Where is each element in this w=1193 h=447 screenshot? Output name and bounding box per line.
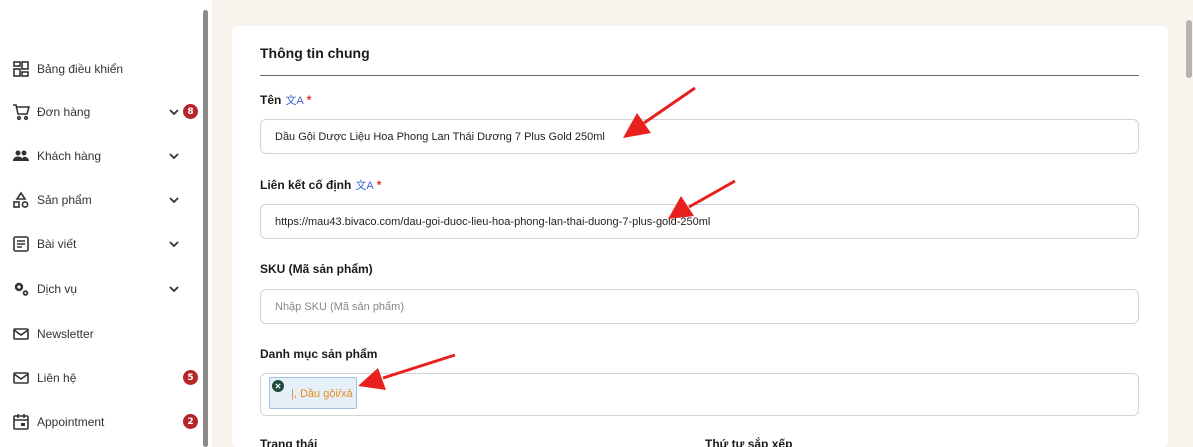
gears-icon	[12, 280, 30, 298]
sidebar-item-contact[interactable]: Liên hệ 5	[12, 367, 202, 389]
chevron-down-icon[interactable]	[167, 237, 181, 251]
sidebar-item-label: Khách hàng	[37, 149, 102, 163]
chevron-down-icon[interactable]	[167, 193, 181, 207]
mail-icon	[12, 325, 30, 343]
sidebar-item-label: Bài viết	[37, 237, 77, 251]
sidebar-scrollbar[interactable]	[203, 10, 208, 447]
sidebar-item-dashboard[interactable]: Bảng điều khiển	[12, 58, 202, 80]
article-icon	[12, 235, 30, 253]
slug-label: Liên kết cố định 文A *	[260, 177, 381, 193]
chevron-down-icon[interactable]	[167, 105, 181, 119]
translate-icon: 文A	[355, 180, 374, 192]
sidebar-item-orders[interactable]: Đơn hàng 8	[12, 101, 202, 123]
sidebar-item-appointment[interactable]: Appointment 2	[12, 411, 202, 433]
sidebar-item-label: Dịch vụ	[37, 282, 78, 296]
status-label: Trạng thái	[260, 437, 318, 447]
sort-order-label: Thứ tự sắp xếp	[705, 437, 793, 447]
appointment-count-badge: 2	[183, 414, 198, 429]
name-label: Tên 文A *	[260, 92, 311, 108]
cart-icon	[12, 103, 30, 121]
products-icon	[12, 191, 30, 209]
translate-icon: 文A	[285, 95, 304, 107]
name-label-text: Tên	[260, 93, 282, 107]
sidebar-item-label: Newsletter	[37, 327, 94, 341]
category-tag-label: |, Dầu gội/xả	[291, 388, 353, 400]
calendar-icon	[12, 413, 30, 431]
sku-input[interactable]: Nhập SKU (Mã sản phẩm)	[260, 289, 1139, 324]
section-divider	[260, 75, 1139, 76]
category-select[interactable]	[260, 373, 1139, 416]
mail-icon	[12, 369, 30, 387]
sidebar-item-label: Appointment	[37, 415, 105, 429]
slug-input[interactable]: https://mau43.bivaco.com/dau-goi-duoc-li…	[260, 204, 1139, 239]
sidebar-item-articles[interactable]: Bài viết	[12, 233, 202, 255]
slug-label-text: Liên kết cố định	[260, 178, 352, 192]
required-mark: *	[376, 178, 382, 192]
category-label: Danh mục sản phẩm	[260, 347, 378, 361]
sku-label: SKU (Mã sản phẩm)	[260, 262, 373, 276]
sidebar-item-products[interactable]: Sản phẩm	[12, 189, 202, 211]
chevron-down-icon[interactable]	[167, 149, 181, 163]
dashboard-icon	[12, 60, 30, 78]
section-title: Thông tin chung	[260, 45, 370, 61]
users-icon	[12, 147, 30, 165]
name-input[interactable]: Dầu Gội Dược Liệu Hoa Phong Lan Thái Dươ…	[260, 119, 1139, 154]
sidebar-item-label: Liên hệ	[37, 371, 77, 385]
contact-count-badge: 5	[183, 370, 198, 385]
required-mark: *	[306, 93, 312, 107]
orders-count-badge: 8	[183, 104, 198, 119]
remove-tag-icon[interactable]: ✕	[272, 380, 284, 392]
chevron-down-icon[interactable]	[167, 282, 181, 296]
sidebar-item-label: Đơn hàng	[37, 105, 91, 119]
sidebar: Bảng điều khiển Đơn hàng 8 Khách hàng Sả…	[0, 0, 212, 447]
sidebar-item-services[interactable]: Dịch vụ	[12, 278, 202, 300]
sidebar-item-label: Sản phẩm	[37, 193, 92, 207]
sidebar-item-label: Bảng điều khiển	[37, 62, 124, 76]
page-scrollbar[interactable]	[1186, 20, 1192, 78]
sidebar-item-newsletter[interactable]: Newsletter	[12, 323, 202, 345]
sidebar-item-customers[interactable]: Khách hàng	[12, 145, 202, 167]
